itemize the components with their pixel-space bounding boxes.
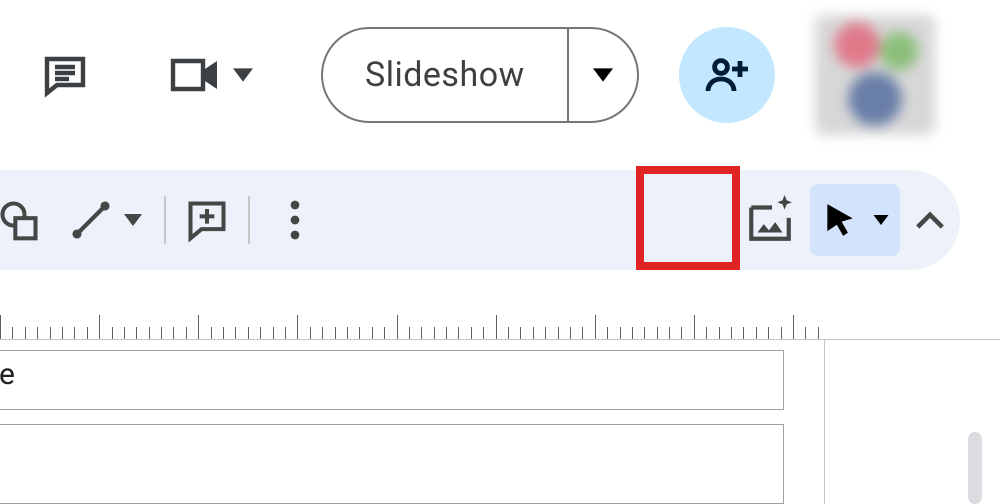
vertical-scrollbar-thumb[interactable]	[968, 432, 982, 504]
meet-button[interactable]	[165, 27, 225, 123]
meet-group	[165, 27, 261, 123]
shape-button[interactable]	[0, 170, 44, 270]
chevron-up-icon	[916, 211, 944, 229]
slide-text-fragment: e	[0, 357, 15, 392]
share-person-add-icon	[703, 51, 751, 99]
meet-dropdown-button[interactable]	[225, 27, 261, 123]
pointer-cursor-icon	[821, 201, 859, 239]
ruler-ticks	[0, 300, 830, 339]
slide-text-box[interactable]: e	[0, 350, 784, 410]
caret-down-icon	[593, 68, 613, 82]
secondary-toolbar	[0, 170, 960, 270]
pointer-tool-group	[810, 184, 900, 256]
line-icon	[70, 199, 112, 241]
line-dropdown-button[interactable]	[116, 170, 150, 270]
meet-video-icon	[169, 55, 221, 95]
collapse-toolbar-button[interactable]	[900, 170, 960, 270]
slideshow-dropdown-button[interactable]	[567, 29, 637, 121]
generate-image-button[interactable]	[730, 170, 810, 270]
horizontal-ruler[interactable]	[0, 300, 1000, 340]
comments-icon	[41, 51, 89, 99]
slideshow-button[interactable]: Slideshow	[323, 29, 567, 121]
shape-icon	[0, 198, 41, 242]
toolbar-separator	[248, 196, 250, 244]
add-comment-icon	[185, 198, 229, 242]
more-vertical-icon	[290, 200, 300, 240]
pointer-dropdown-button[interactable]	[866, 215, 896, 225]
slideshow-label: Slideshow	[365, 55, 525, 95]
caret-down-icon	[873, 215, 889, 225]
slide-right-edge	[824, 340, 825, 504]
slideshow-split-button: Slideshow	[321, 27, 639, 123]
canvas-area[interactable]: e	[0, 340, 1000, 504]
add-comment-button[interactable]	[180, 170, 234, 270]
comments-button[interactable]	[20, 27, 110, 123]
pointer-button[interactable]	[814, 201, 866, 239]
account-avatar[interactable]	[815, 15, 935, 135]
share-button[interactable]	[679, 27, 775, 123]
caret-down-icon	[124, 214, 142, 226]
generate-image-ai-icon	[745, 195, 795, 245]
slide-text-box[interactable]	[0, 424, 784, 504]
more-button[interactable]	[270, 170, 320, 270]
caret-down-icon	[233, 68, 253, 82]
line-button[interactable]	[66, 170, 116, 270]
toolbar-separator	[164, 196, 166, 244]
title-actions-row: Slideshow	[0, 0, 1000, 150]
